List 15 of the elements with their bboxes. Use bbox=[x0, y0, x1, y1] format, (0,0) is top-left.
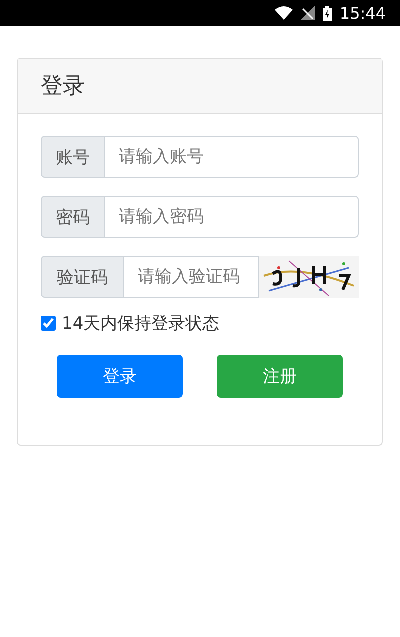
remember-checkbox[interactable] bbox=[41, 316, 56, 331]
field-label: 密码 bbox=[41, 196, 105, 238]
card-title: 登录 bbox=[41, 73, 85, 101]
clock-time: 15:44 bbox=[340, 4, 386, 22]
register-button[interactable]: 注册 bbox=[217, 355, 343, 398]
input-field[interactable]: 请输入账号 bbox=[105, 136, 359, 178]
signal-icon bbox=[300, 6, 315, 20]
checkbox-label: 14天内保持登录状态 bbox=[62, 313, 220, 335]
field-label: 账号 bbox=[41, 136, 105, 178]
input-field[interactable]: 请输入密码 bbox=[105, 196, 359, 238]
battery-icon bbox=[322, 6, 332, 20]
wifi-icon bbox=[274, 6, 293, 20]
input-field[interactable]: 请输入验证码 bbox=[124, 256, 259, 298]
field-label: 验证码 bbox=[41, 256, 124, 298]
login-button[interactable]: 登录 bbox=[57, 355, 183, 398]
